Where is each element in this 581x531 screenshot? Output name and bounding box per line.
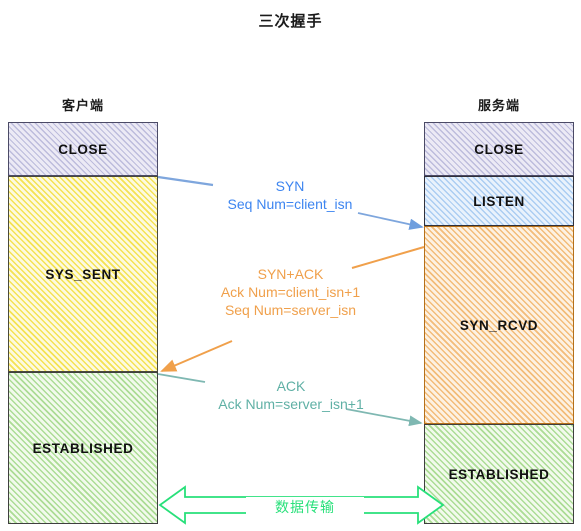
server-state-listen-label: LISTEN [473, 193, 525, 209]
server-state-established-label: ESTABLISHED [448, 466, 550, 482]
client-column-title: 客户端 [61, 98, 104, 113]
syn-ack-message-line-3: Seq Num=server_isn [224, 301, 357, 318]
server-state-established: ESTABLISHED [424, 424, 574, 524]
ack-message-line-2: Ack Num=server_isn+1 [218, 395, 364, 412]
syn-ack-arrow-segment-left [160, 340, 233, 372]
syn-message-label: SYN Seq Num=client_isn [190, 178, 390, 214]
client-state-close-label: CLOSE [58, 141, 108, 157]
syn-message-line-1: SYN [275, 178, 305, 194]
syn-arrow-segment-right [357, 212, 424, 230]
server-column-title: 服务端 [477, 98, 520, 113]
page-title: 三次握手 [258, 13, 323, 30]
tcp-handshake-diagram: 三次握手 客户端 服务端 CLOSE SYS_SENT ESTABLISHED … [0, 0, 581, 531]
server-state-close-label: CLOSE [474, 141, 524, 157]
syn-ack-message-line-2: Ack Num=client_isn+1 [220, 283, 361, 300]
server-state-syn-rcvd: SYN_RCVD [424, 226, 574, 424]
client-state-established-label: ESTABLISHED [32, 440, 134, 456]
client-state-established: ESTABLISHED [8, 372, 158, 524]
server-state-syn-rcvd-label: SYN_RCVD [459, 317, 539, 333]
ack-message-label: ACK Ack Num=server_isn+1 [186, 378, 396, 414]
syn-message-line-2: Seq Num=client_isn [227, 195, 353, 212]
client-state-syn-sent: SYS_SENT [8, 176, 158, 372]
syn-ack-message-label: SYN+ACK Ack Num=client_isn+1 Seq Num=ser… [183, 266, 398, 320]
server-state-close: CLOSE [424, 122, 574, 176]
data-transfer-label: 数据传输 [246, 497, 364, 517]
server-state-listen: LISTEN [424, 176, 574, 226]
syn-ack-message-line-1: SYN+ACK [257, 266, 324, 282]
client-state-close: CLOSE [8, 122, 158, 176]
syn-ack-arrow-segment-right [351, 246, 425, 269]
client-state-syn-sent-label: SYS_SENT [45, 266, 121, 282]
ack-message-line-1: ACK [276, 378, 306, 394]
